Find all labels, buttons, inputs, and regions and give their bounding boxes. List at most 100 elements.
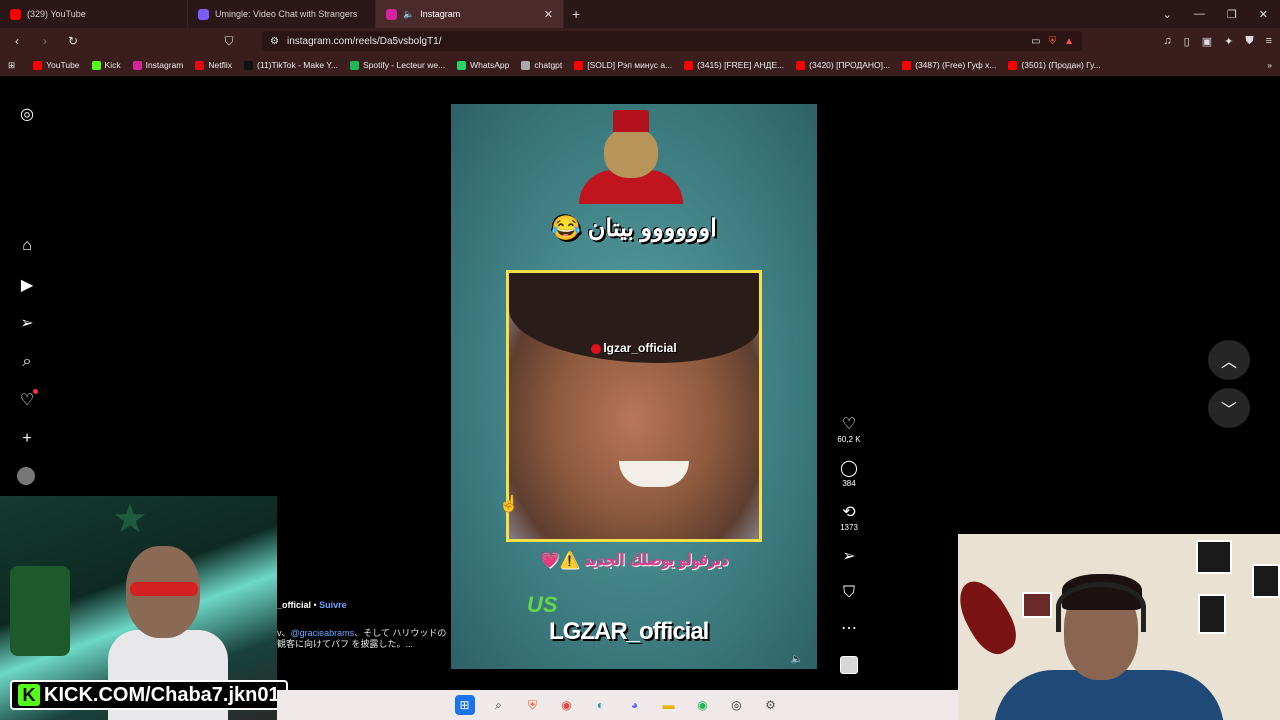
notifications-icon[interactable]: ♡ bbox=[17, 389, 38, 410]
new-tab-button[interactable]: + bbox=[564, 6, 588, 22]
bookmark-label: [SOLD] Рэп минус a... bbox=[587, 60, 673, 70]
like-button[interactable]: ♡ 60,2 K bbox=[832, 416, 866, 444]
wall-poster bbox=[1022, 592, 1052, 618]
chrome-icon[interactable]: ◉ bbox=[557, 695, 577, 715]
settings-icon[interactable]: ⚙ bbox=[761, 695, 781, 715]
more-bookmarks-icon[interactable]: » bbox=[1267, 60, 1272, 70]
address-bar[interactable]: ⚙ instagram.com/reels/Da5vsbolgT1/ ▭ ⛨ ▲ bbox=[262, 31, 1082, 51]
bookmark-label: Netflix bbox=[208, 60, 233, 70]
reel-video[interactable]: اوووووو بيتان 😂 lgzar_official ديرفولو ي… bbox=[451, 90, 817, 679]
brave-icon[interactable]: ⛨ bbox=[523, 695, 543, 715]
window-controls: ⌄ — ❐ ✕ bbox=[1163, 8, 1280, 21]
comment-button[interactable]: ◯ 384 bbox=[832, 460, 866, 488]
screen: (329) YouTube Umingle: Video Chat with S… bbox=[0, 0, 1280, 720]
speaker-icon: 🔈 bbox=[403, 8, 415, 19]
tab-bar: (329) YouTube Umingle: Video Chat with S… bbox=[0, 0, 1280, 28]
bookmark-item[interactable]: Kick bbox=[91, 60, 121, 70]
bookmark-item[interactable]: Instagram bbox=[132, 60, 183, 70]
bookmark-item[interactable]: (3501) (Продан) Гу... bbox=[1008, 60, 1101, 70]
windows-taskbar: ⊞ ⌕ ⛨ ◉ ◐ ◕ ▬ ◉ ◎ ⚙ bbox=[277, 690, 958, 720]
bookmark-item[interactable]: (3487) (Free) Гуф x... bbox=[902, 60, 996, 70]
chevron-down-icon: ﹀ bbox=[1220, 402, 1237, 419]
bookmark-favicon-icon bbox=[91, 60, 101, 70]
home-icon[interactable]: ⌂ bbox=[17, 236, 37, 256]
bookmark-item[interactable]: WhatsApp bbox=[457, 60, 509, 70]
windows-start-icon[interactable]: ⊞ bbox=[454, 695, 475, 715]
instagram-icon bbox=[386, 8, 397, 20]
bookmark-label: (3415) [FREE] АНДЕ... bbox=[697, 60, 785, 70]
guest-webcam bbox=[958, 534, 1280, 720]
instagram-logo-icon[interactable]: ◎ bbox=[17, 104, 37, 124]
like-count: 60,2 K bbox=[837, 435, 861, 444]
site-info-icon[interactable]: ⚙ bbox=[270, 36, 279, 47]
discord-icon[interactable]: ◕ bbox=[625, 695, 645, 715]
bookmark-item[interactable]: Netflix bbox=[195, 60, 232, 70]
headset bbox=[1056, 582, 1146, 632]
next-reel-button[interactable]: ﹀ bbox=[1208, 388, 1250, 428]
close-window-icon[interactable]: ✕ bbox=[1259, 8, 1268, 21]
edge-icon[interactable]: ◐ bbox=[591, 695, 611, 715]
minimize-icon[interactable]: — bbox=[1194, 8, 1205, 21]
audio-thumbnail[interactable] bbox=[840, 656, 858, 674]
wall-poster bbox=[1196, 540, 1232, 574]
reload-icon[interactable]: ↻ bbox=[64, 34, 82, 48]
obs-icon[interactable]: ◎ bbox=[727, 695, 747, 715]
post-caption: _official • Suivre v、@gracieabrams、そして ハ… bbox=[277, 600, 452, 650]
bookmark-label: YouTube bbox=[46, 60, 80, 70]
bookmark-item[interactable]: chatgpt bbox=[521, 60, 562, 70]
bookmark-item[interactable]: (11)TikTok - Make Y... bbox=[244, 60, 338, 70]
share-button[interactable]: ➢ bbox=[832, 548, 866, 566]
cast-icon[interactable]: ▭ bbox=[1031, 36, 1040, 47]
extensions-icon[interactable]: ✦ bbox=[1224, 35, 1233, 48]
bookmark-save-icon: ⛉ bbox=[842, 584, 855, 601]
sidebar-icon[interactable]: ▯ bbox=[1184, 35, 1190, 48]
profile-avatar[interactable] bbox=[17, 467, 35, 485]
tab-list-icon[interactable]: ⌄ bbox=[1163, 8, 1172, 21]
guitar bbox=[958, 572, 1025, 662]
tab-instagram[interactable]: 🔈 Instagram ✕ bbox=[376, 0, 564, 28]
mention-link[interactable]: @gracieabrams bbox=[291, 628, 355, 638]
bookmark-label: (3501) (Продан) Гу... bbox=[1021, 60, 1101, 70]
hanging-shirt bbox=[10, 566, 70, 656]
url-text: instagram.com/reels/Da5vsbolgT1/ bbox=[286, 35, 442, 47]
previous-reel-button[interactable]: ︿ bbox=[1208, 340, 1250, 380]
close-tab-icon[interactable]: ✕ bbox=[544, 8, 553, 21]
restore-icon[interactable]: ❐ bbox=[1227, 8, 1237, 21]
back-icon[interactable]: ‹ bbox=[8, 34, 26, 48]
spotify-icon[interactable]: ◉ bbox=[693, 695, 713, 715]
notification-dot bbox=[33, 389, 38, 394]
bookmark-favicon-icon bbox=[796, 60, 806, 70]
search-taskbar-icon[interactable]: ⌕ bbox=[489, 695, 509, 715]
reels-icon[interactable]: ▶ bbox=[17, 275, 37, 295]
menu-icon[interactable]: ≡ bbox=[1266, 35, 1272, 48]
bookmark-icon[interactable]: ⛉ bbox=[220, 34, 238, 49]
brave-shield-icon[interactable]: ⛨ bbox=[1049, 36, 1057, 47]
bookmark-item[interactable]: [SOLD] Рэп минус a... bbox=[574, 60, 672, 70]
save-button[interactable]: ⛉ bbox=[832, 584, 866, 602]
heart-icon: ♡ bbox=[841, 416, 857, 433]
follow-button[interactable]: Suivre bbox=[319, 600, 347, 610]
apps-icon[interactable]: ⊞ bbox=[8, 60, 15, 71]
wallet-icon[interactable]: ▣ bbox=[1202, 35, 1212, 48]
brave-rewards-icon[interactable]: ▲ bbox=[1064, 36, 1074, 47]
forward-icon[interactable]: › bbox=[36, 34, 54, 48]
bookmark-item[interactable]: (3420) [ПРОДАНО]... bbox=[796, 60, 890, 70]
messages-icon[interactable]: ➢ bbox=[17, 313, 37, 333]
tab-youtube[interactable]: (329) YouTube bbox=[0, 0, 188, 28]
search-icon[interactable]: ⌕ bbox=[17, 352, 37, 372]
bookmark-label: (3487) (Free) Гуф x... bbox=[915, 60, 997, 70]
reel-progress-bar[interactable] bbox=[451, 669, 817, 679]
media-icon[interactable]: ♫ bbox=[1163, 35, 1171, 48]
bookmark-favicon-icon bbox=[457, 60, 467, 70]
file-explorer-icon[interactable]: ▬ bbox=[659, 695, 679, 715]
repost-button[interactable]: ⟲ 1373 bbox=[832, 504, 866, 532]
tab-umingle[interactable]: Umingle: Video Chat with Strangers bbox=[188, 0, 376, 28]
more-options-button[interactable]: ⋯ bbox=[832, 620, 866, 638]
volume-icon[interactable]: 🔈 bbox=[791, 654, 803, 665]
create-icon[interactable]: + bbox=[17, 429, 37, 449]
bookmark-item[interactable]: (3415) [FREE] АНДЕ... bbox=[684, 60, 784, 70]
vpn-icon[interactable]: ⛊ bbox=[1245, 35, 1253, 48]
bookmark-item[interactable]: Spotify - Lecteur we... bbox=[349, 60, 445, 70]
bookmark-item[interactable]: YouTube bbox=[33, 60, 80, 70]
post-username[interactable]: _official bbox=[277, 600, 311, 610]
